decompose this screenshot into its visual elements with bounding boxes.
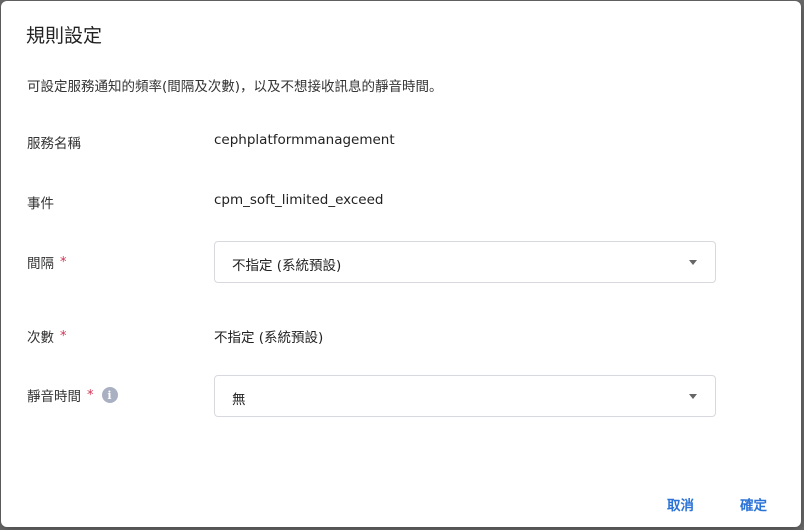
service-name-label-text: 服務名稱	[27, 136, 81, 152]
info-icon[interactable]: i	[101, 387, 118, 403]
mute-time-label: 靜音時間 * i	[27, 385, 118, 405]
cancel-button[interactable]: 取消	[667, 494, 694, 514]
count-value: 不指定 (系統預設)	[214, 330, 324, 346]
event-label-text: 事件	[27, 196, 54, 212]
interval-select[interactable]: 不指定 (系統預設)	[214, 241, 716, 283]
interval-label-text: 間隔	[27, 256, 54, 272]
mute-time-select[interactable]: 無	[214, 375, 716, 417]
required-mark: *	[60, 328, 67, 344]
chevron-down-icon	[689, 260, 697, 265]
confirm-button[interactable]: 確定	[740, 494, 767, 514]
rule-settings-dialog: 規則設定 可設定服務通知的頻率(間隔及次數)，以及不想接收訊息的靜音時間。 服務…	[1, 1, 801, 527]
dialog-title: 規則設定	[26, 25, 103, 47]
mute-time-label-text: 靜音時間	[27, 389, 81, 405]
interval-selected-value: 不指定 (系統預設)	[232, 258, 342, 274]
count-label-text: 次數	[27, 330, 54, 346]
required-mark: *	[60, 254, 67, 270]
event-label: 事件	[27, 192, 54, 212]
chevron-down-icon	[689, 394, 697, 399]
interval-label: 間隔 *	[27, 252, 67, 273]
event-value: cpm_soft_limited_exceed	[214, 192, 384, 208]
dialog-description: 可設定服務通知的頻率(間隔及次數)，以及不想接收訊息的靜音時間。	[27, 79, 443, 95]
required-mark: *	[87, 387, 94, 403]
service-name-label: 服務名稱	[27, 132, 81, 152]
mute-time-selected-value: 無	[232, 392, 246, 408]
service-name-value: cephplatformmanagement	[214, 132, 395, 148]
count-label: 次數 *	[27, 326, 67, 347]
